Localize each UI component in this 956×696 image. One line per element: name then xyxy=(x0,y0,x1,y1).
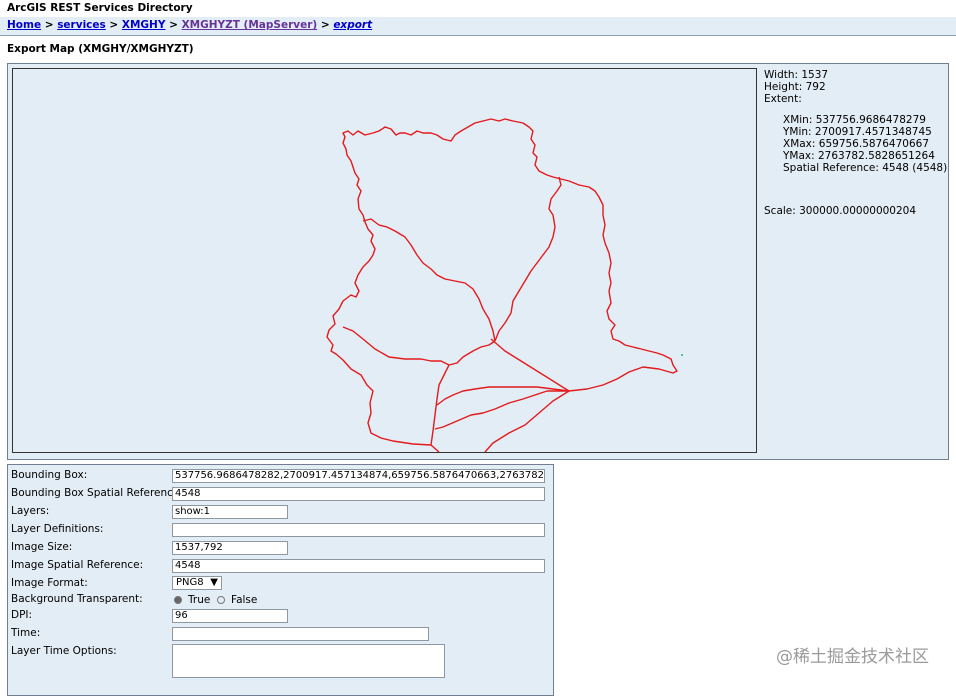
page-title: Export Map (XMGHY/XMGHYZT) xyxy=(7,43,194,55)
map-marker xyxy=(681,354,683,356)
boundary-south-east xyxy=(434,390,569,430)
dpi-input[interactable]: 96 xyxy=(172,609,288,623)
bbox-sr-label: Bounding Box Spatial Reference: xyxy=(11,487,183,499)
breadcrumb-separator: > xyxy=(165,19,182,31)
time-label: Time: xyxy=(11,627,41,639)
boundary-east-diagonal xyxy=(490,338,570,392)
layer-defs-input[interactable] xyxy=(172,523,545,537)
export-form: Bounding Box: 537756.9686478282,2700917.… xyxy=(7,464,554,696)
extent-values: XMin: 537756.9686478279 YMin: 2700917.45… xyxy=(783,114,947,174)
bbox-sr-input[interactable]: 4548 xyxy=(172,487,545,501)
outer-boundary xyxy=(326,118,678,452)
bg-true-label: True xyxy=(188,594,211,606)
map-boundaries xyxy=(326,118,683,452)
extent-ymin: YMin: 2700917.4571348745 xyxy=(783,126,932,138)
image-height: Height: 792 xyxy=(764,81,826,93)
breadcrumb: Home > services > XMGHY > XMGHYZT (MapSe… xyxy=(0,17,956,36)
district-boundary-lines xyxy=(326,118,678,452)
bg-transparent-label: Background Transparent: xyxy=(11,593,143,605)
map-scale: Scale: 300000.00000000204 xyxy=(764,205,917,217)
dpi-label: DPI: xyxy=(11,609,33,621)
layers-input[interactable]: show:1 xyxy=(172,505,288,519)
image-size-input[interactable]: 1537,792 xyxy=(172,541,288,555)
breadcrumb-service-link[interactable]: XMGHYZT (MapServer) xyxy=(182,19,318,31)
breadcrumb-services-link[interactable]: services xyxy=(57,19,106,31)
radio-selected-icon xyxy=(174,596,182,604)
layer-defs-label: Layer Definitions: xyxy=(11,523,104,535)
watermark: @稀土掘金技术社区 xyxy=(776,647,929,667)
boundary-south-west xyxy=(430,364,450,446)
bbox-label: Bounding Box: xyxy=(11,469,88,481)
map-panel: Width: 1537 Height: 792 Extent: XMin: 53… xyxy=(7,63,949,460)
extent-ymax: YMax: 2763782.5828651264 xyxy=(783,150,935,162)
directory-title: ArcGIS REST Services Directory xyxy=(7,2,193,14)
extent-xmax: XMax: 659756.5876470667 xyxy=(783,138,930,150)
image-sr-input[interactable]: 4548 xyxy=(172,559,545,573)
boundary-south-central xyxy=(436,386,570,406)
breadcrumb-separator: > xyxy=(41,19,58,31)
time-input[interactable] xyxy=(172,627,429,641)
bg-false-label: False xyxy=(231,594,258,606)
layer-time-label: Layer Time Options: xyxy=(11,645,117,657)
image-format-select[interactable]: PNG8 ▼ xyxy=(172,576,222,590)
breadcrumb-separator: > xyxy=(105,19,122,31)
image-width: Width: 1537 xyxy=(764,69,829,81)
bbox-input[interactable]: 537756.9686478282,2700917.457134874,6597… xyxy=(172,469,545,483)
bg-false-radio[interactable]: False xyxy=(217,594,257,606)
boundary-north-east xyxy=(494,176,562,342)
layer-time-textarea[interactable] xyxy=(172,644,445,678)
radio-unselected-icon xyxy=(217,596,225,604)
extent-label: Extent: xyxy=(764,93,802,105)
boundary-north-west xyxy=(362,218,496,342)
image-size-label: Image Size: xyxy=(11,541,73,553)
breadcrumb-items: Home > services > XMGHY > XMGHYZT (MapSe… xyxy=(7,19,372,31)
image-info: Width: 1537 Height: 792 Extent: xyxy=(764,69,828,105)
image-format-label: Image Format: xyxy=(11,577,88,589)
directory-header: ArcGIS REST Services Directory xyxy=(0,0,956,18)
layers-label: Layers: xyxy=(11,505,50,517)
extent-xmin: XMin: 537756.9686478279 xyxy=(783,114,926,126)
breadcrumb-folder-link[interactable]: XMGHY xyxy=(122,19,166,31)
bg-true-radio[interactable]: True xyxy=(174,594,210,606)
extent-spatial-reference: Spatial Reference: 4548 (4548) xyxy=(783,162,948,174)
breadcrumb-separator: > xyxy=(317,19,334,31)
image-format-value: PNG8 xyxy=(176,577,204,588)
breadcrumb-current-link[interactable]: export xyxy=(333,19,372,31)
map-image xyxy=(12,68,757,453)
image-sr-label: Image Spatial Reference: xyxy=(11,559,144,571)
boundary-central-south xyxy=(342,326,496,366)
dropdown-arrow-icon: ▼ xyxy=(210,577,218,588)
breadcrumb-home-link[interactable]: Home xyxy=(7,19,41,31)
